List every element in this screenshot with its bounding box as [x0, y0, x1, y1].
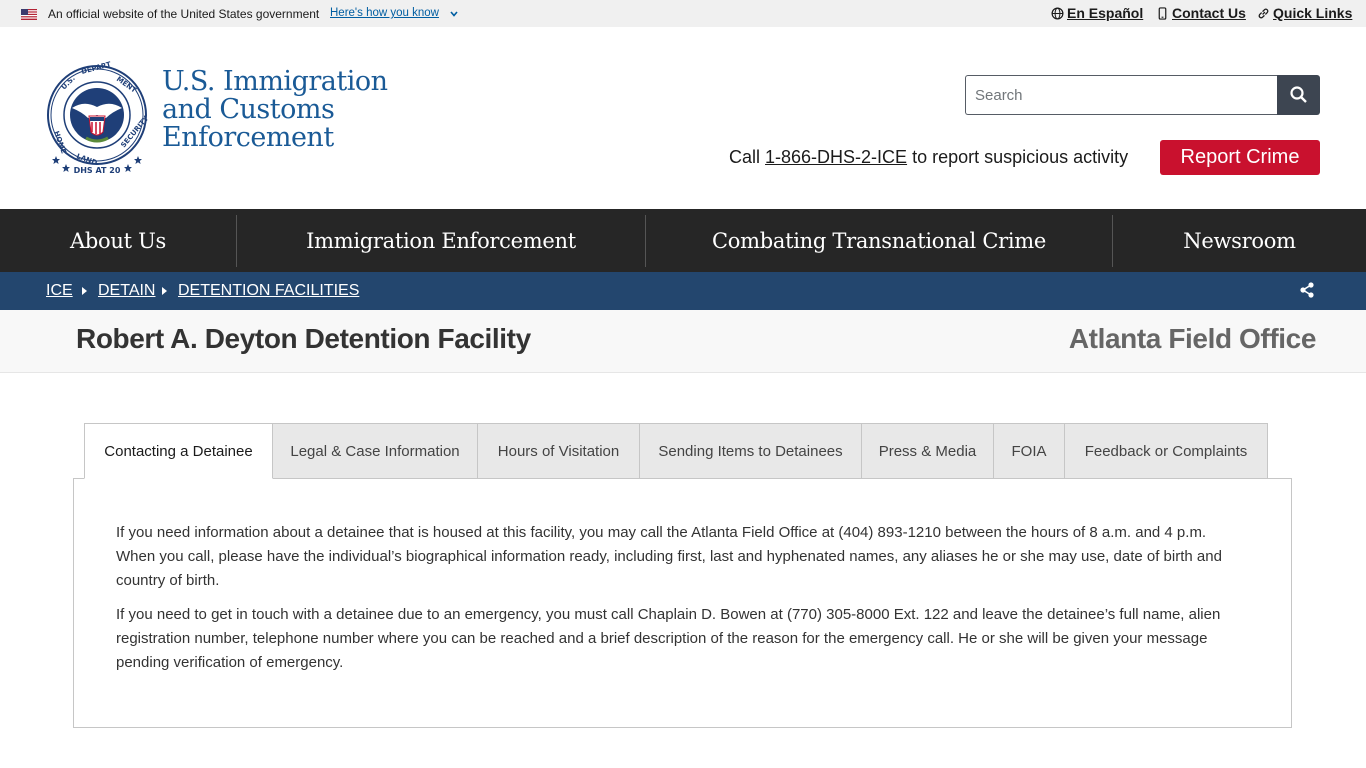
en-espanol-link[interactable]: En Español	[1051, 5, 1143, 21]
official-website-text: An official website of the United States…	[48, 7, 320, 21]
quick-links-label: Quick Links	[1273, 5, 1353, 21]
breadcrumb-detention-facilities[interactable]: DETENTION FACILITIES	[178, 282, 359, 300]
chevron-down-icon[interactable]	[449, 9, 459, 19]
breadcrumb-separator-icon	[82, 287, 87, 295]
phone-icon	[1158, 6, 1167, 20]
svg-text:DHS AT 20: DHS AT 20	[74, 166, 121, 175]
search-input[interactable]: Search	[965, 75, 1278, 115]
breadcrumb-ice[interactable]: ICE	[46, 282, 73, 300]
how-you-know-link[interactable]: Here's how you know	[330, 7, 439, 19]
page-title: Robert A. Deyton Detention Facility	[76, 323, 531, 354]
contact-us-link[interactable]: Contact Us	[1156, 5, 1246, 21]
dhs-seal-logo[interactable]: U.S. DEPART MENT HOME LAND SECURITY DHS …	[46, 60, 148, 176]
breadcrumb-separator-icon	[162, 287, 167, 295]
search-button[interactable]	[1277, 75, 1320, 115]
agency-name[interactable]: U.S. Immigration and Customs Enforcement	[162, 68, 402, 152]
search-icon	[1289, 86, 1307, 103]
link-icon	[1258, 8, 1269, 18]
us-flag-icon	[21, 9, 37, 20]
tab-hours-of-visitation[interactable]: Hours of Visitation	[478, 423, 640, 479]
tab-press-media[interactable]: Press & Media	[862, 423, 994, 479]
tab-sending-items-to-detainees[interactable]: Sending Items to Detainees	[640, 423, 862, 479]
gov-banner: An official website of the United States…	[0, 0, 1366, 27]
tab-foia[interactable]: FOIA	[994, 423, 1065, 479]
tab-contacting-a-detainee[interactable]: Contacting a Detainee	[84, 423, 273, 479]
contact-us-label: Contact Us	[1172, 5, 1246, 21]
field-office-label: Atlanta Field Office	[1068, 323, 1317, 354]
breadcrumb: ICE DETAIN DETENTION FACILITIES	[0, 272, 1366, 310]
agency-name-line-1: U.S. Immigration	[162, 66, 388, 97]
nav-item-about-us[interactable]: About Us	[0, 209, 236, 272]
emergency-contact-paragraph: If you need to get in touch with a detai…	[116, 606, 1221, 671]
contact-info-paragraph: If you need information about a detainee…	[116, 524, 1222, 589]
tab-legal-case-information[interactable]: Legal & Case Information	[273, 423, 478, 479]
agency-name-line-2: and Customs	[162, 94, 335, 125]
quick-links-link[interactable]: Quick Links	[1257, 5, 1352, 21]
hotline-number-link[interactable]: 1-866-DHS-2-ICE	[765, 147, 907, 167]
report-call-line: Call 1-866-DHS-2-ICE to report suspiciou…	[729, 147, 1128, 168]
breadcrumb-detain[interactable]: DETAIN	[98, 282, 155, 300]
share-icon[interactable]	[1298, 281, 1316, 299]
main-nav: About Us Immigration Enforcement Combati…	[0, 209, 1366, 272]
globe-icon	[1051, 7, 1064, 19]
nav-item-newsroom[interactable]: Newsroom	[1113, 209, 1366, 272]
tab-feedback-or-complaints[interactable]: Feedback or Complaints	[1065, 423, 1268, 479]
call-suffix: to report suspicious activity	[907, 147, 1129, 167]
agency-name-line-3: Enforcement	[162, 122, 334, 153]
en-espanol-label: En Español	[1067, 5, 1144, 21]
nav-item-immigration-enforcement[interactable]: Immigration Enforcement	[237, 209, 645, 272]
call-prefix: Call	[729, 147, 766, 167]
nav-item-combating-transnational-crime[interactable]: Combating Transnational Crime	[646, 209, 1112, 272]
report-crime-button[interactable]: Report Crime	[1160, 140, 1320, 175]
